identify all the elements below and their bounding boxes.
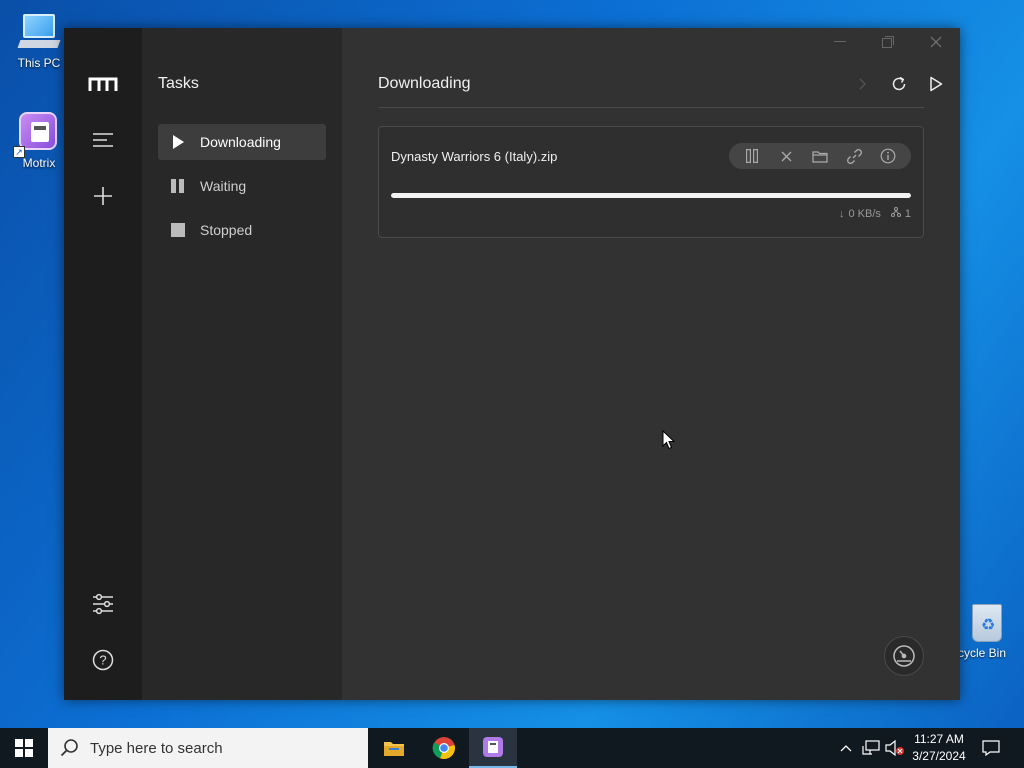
close-window-button[interactable] (922, 32, 950, 52)
search-placeholder: Type here to search (90, 739, 223, 757)
task-list-panel: Tasks Downloading Waiting Stopped (142, 28, 342, 700)
taskbar-chrome[interactable] (420, 728, 468, 768)
nav-rail: ? (64, 28, 142, 700)
clock-date: 3/27/2024 (912, 749, 966, 763)
connections-icon (890, 207, 901, 220)
menu-icon[interactable] (88, 125, 118, 155)
refresh-button[interactable] (887, 72, 911, 96)
clock-time: 11:27 AM (914, 732, 964, 746)
nav-item-downloading[interactable]: Downloading (158, 124, 326, 160)
mouse-cursor-icon (662, 429, 676, 450)
network-icon[interactable] (861, 738, 881, 758)
taskbar-file-explorer[interactable] (370, 728, 418, 768)
search-icon (60, 739, 78, 757)
recycle-bin-icon: ♻ (960, 600, 1004, 644)
taskbar-motrix[interactable] (469, 728, 517, 768)
progress-bar (391, 193, 911, 198)
task-action-bar (729, 143, 911, 169)
volume-muted-icon[interactable] (885, 738, 905, 758)
chevron-up-icon[interactable] (836, 738, 856, 758)
task-info-button[interactable] (878, 146, 898, 166)
panel-title: Tasks (158, 75, 199, 92)
computer-icon (17, 10, 61, 54)
download-arrow-icon: ↓ (838, 207, 845, 220)
main-content: Downloading Dynasty Warriors 6 (Italy).z… (342, 28, 960, 700)
pause-task-button[interactable] (742, 146, 762, 166)
chrome-icon (432, 737, 455, 760)
page-title: Downloading (378, 75, 471, 92)
help-icon[interactable]: ? (88, 645, 118, 675)
task-file-name: Dynasty Warriors 6 (Italy).zip (391, 149, 558, 164)
play-icon (170, 134, 186, 150)
progress-fill (391, 193, 911, 198)
add-task-icon[interactable] (88, 181, 118, 211)
download-speed: 0 KB/s (848, 207, 881, 220)
preferences-icon[interactable] (88, 589, 118, 619)
nav-item-label: Stopped (200, 222, 253, 238)
taskbar-clock[interactable]: 11:27 AM 3/27/2024 (910, 731, 968, 765)
start-button[interactable] (0, 728, 48, 768)
motrix-logo-icon (88, 69, 118, 99)
shortcut-arrow-icon: ↗ (13, 146, 25, 158)
folder-icon (384, 742, 404, 756)
open-folder-button[interactable] (810, 146, 830, 166)
pause-icon (170, 178, 186, 194)
chevron-right-icon (850, 72, 874, 96)
connections-count: 1 (904, 207, 911, 220)
notifications-icon[interactable] (981, 738, 1001, 758)
svg-text:?: ? (99, 653, 106, 668)
motrix-app-icon: ↗ (13, 110, 61, 158)
motrix-window: ? Tasks Downloading Waiting Stopped Down… (64, 28, 960, 700)
resume-all-button[interactable] (924, 72, 948, 96)
nav-item-waiting[interactable]: Waiting (158, 168, 326, 204)
taskbar-search-box[interactable]: Type here to search (48, 728, 368, 768)
motrix-app-icon (483, 737, 503, 757)
windows-logo-icon (15, 739, 33, 757)
maximize-button[interactable] (874, 32, 902, 52)
speedometer-button[interactable] (884, 636, 924, 676)
delete-task-button[interactable] (776, 146, 796, 166)
nav-item-stopped[interactable]: Stopped (158, 212, 326, 248)
minimize-button[interactable] (826, 32, 854, 52)
stop-icon (170, 222, 186, 238)
task-stats: ↓ 0 KB/s 1 (839, 207, 911, 220)
nav-item-label: Downloading (200, 134, 281, 150)
nav-item-label: Waiting (200, 178, 247, 194)
copy-link-button[interactable] (844, 146, 864, 166)
taskbar: Type here to search 11:27 AM 3/27/2024 (0, 728, 1024, 768)
header-divider (378, 107, 924, 108)
task-item-card[interactable]: Dynasty Warriors 6 (Italy).zip ↓ 0 KB/s … (378, 126, 924, 238)
